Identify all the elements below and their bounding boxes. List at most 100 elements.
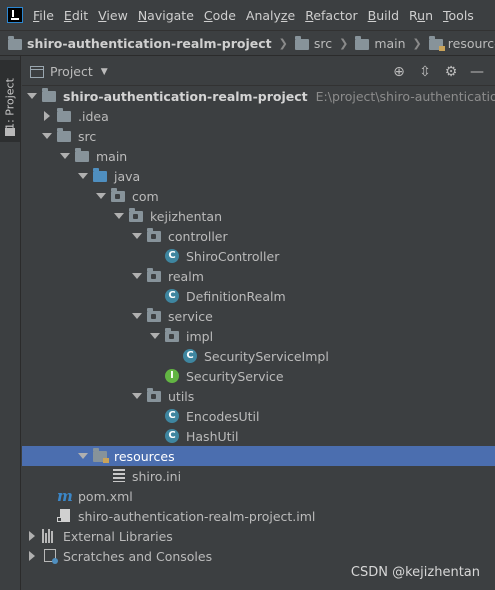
left-tool-strip: 1: Project	[0, 56, 21, 590]
tree-row-main[interactable]: main	[22, 146, 495, 166]
tree-row-controller[interactable]: controller	[22, 226, 495, 246]
breadcrumb-src[interactable]: src	[294, 36, 332, 51]
expanded-arrow-icon[interactable]	[95, 193, 107, 199]
breadcrumb-main[interactable]: main	[355, 36, 406, 51]
tree-label: HashUtil	[186, 428, 239, 444]
menu-build-rest: uild	[376, 7, 400, 23]
tree-row-hashutil[interactable]: C HashUtil	[22, 426, 495, 446]
module-file-icon	[57, 508, 73, 524]
class-badge: C	[165, 289, 179, 303]
expanded-arrow-icon[interactable]	[26, 93, 38, 99]
tree-label: shiro-authentication-realm-project.iml	[78, 508, 316, 524]
tree-label: com	[132, 188, 159, 204]
tree-row-definitionrealm[interactable]: C DefinitionRealm	[22, 286, 495, 306]
breadcrumb-resources[interactable]: resources	[428, 36, 495, 51]
project-tool-tab[interactable]: 1: Project	[0, 60, 20, 142]
expanded-arrow-icon[interactable]	[131, 393, 143, 399]
menu-tools[interactable]: Tools	[443, 8, 474, 23]
tree-row-service[interactable]: service	[22, 306, 495, 326]
expanded-arrow-icon[interactable]	[59, 153, 71, 159]
menu-code-rest: ode	[212, 7, 236, 23]
locate-target-icon[interactable]: ⊕	[391, 64, 407, 80]
tree-row-shirocontroller[interactable]: C ShiroController	[22, 246, 495, 266]
menu-bar: File Edit View Navigate Code Analyze Ref…	[0, 0, 495, 30]
intellij-logo-icon[interactable]	[7, 7, 23, 23]
gear-icon[interactable]: ⚙	[443, 64, 459, 80]
tree-row-resources[interactable]: resources	[22, 446, 495, 466]
menu-run-pre: R	[409, 7, 418, 23]
tree-row-scratches[interactable]: Scratches and Consoles	[22, 546, 495, 566]
breadcrumb-project[interactable]: shiro-authentication-realm-project	[8, 36, 272, 51]
tree-row-securityserviceimpl[interactable]: C SecurityServiceImpl	[22, 346, 495, 366]
resources-folder-icon	[428, 36, 445, 51]
tree-row-pom[interactable]: m pom.xml	[22, 486, 495, 506]
collapsed-arrow-icon[interactable]	[26, 551, 38, 561]
folder-shape	[147, 228, 161, 242]
tree-row-root[interactable]: shiro-authentication-realm-project E:\pr…	[22, 86, 495, 106]
menu-navigate[interactable]: Navigate	[138, 8, 194, 23]
tree-row-encodesutil[interactable]: C EncodesUtil	[22, 406, 495, 426]
scratches-icon	[42, 548, 58, 564]
libraries-bars	[42, 529, 58, 543]
folder-shape	[129, 208, 143, 222]
chevron-down-icon: ▼	[100, 66, 108, 77]
menu-refactor[interactable]: Refactor	[305, 8, 357, 23]
folder-shape	[57, 128, 71, 142]
tree-row-shiro-ini[interactable]: shiro.ini	[22, 466, 495, 486]
project-tool-tab-label: 1: Project	[3, 78, 17, 130]
menu-analyze-rest: e	[287, 7, 296, 23]
tree-row-kejizhentan[interactable]: kejizhentan	[22, 206, 495, 226]
libraries-icon	[42, 528, 58, 544]
class-badge: C	[165, 429, 179, 443]
project-view-selector[interactable]: Project ▼	[30, 64, 108, 79]
tree-label: DefinitionRealm	[186, 288, 286, 304]
expanded-arrow-icon[interactable]	[131, 233, 143, 239]
menu-run[interactable]: Run	[409, 8, 433, 23]
menu-build[interactable]: Build	[368, 8, 399, 23]
expanded-arrow-icon[interactable]	[41, 133, 53, 139]
expanded-arrow-icon[interactable]	[113, 213, 125, 219]
tree-label: src	[78, 128, 97, 144]
expanded-arrow-icon[interactable]	[77, 453, 89, 459]
expanded-arrow-icon[interactable]	[131, 313, 143, 319]
tree-row-securityservice[interactable]: I SecurityService	[22, 366, 495, 386]
folder-shape	[57, 108, 71, 122]
tree-row-impl[interactable]: impl	[22, 326, 495, 346]
tree-row-iml[interactable]: shiro-authentication-realm-project.iml	[22, 506, 495, 526]
menu-edit[interactable]: Edit	[64, 8, 88, 23]
expanded-arrow-icon[interactable]	[77, 173, 89, 179]
menu-view-rest: iew	[106, 7, 128, 23]
menu-analyze[interactable]: Analyze	[246, 8, 295, 23]
folder-icon	[57, 108, 73, 124]
collapse-all-icon[interactable]: ⇳	[417, 64, 433, 80]
package-icon	[147, 388, 163, 404]
tree-label: ShiroController	[186, 248, 280, 264]
expanded-arrow-icon[interactable]	[131, 273, 143, 279]
collapsed-arrow-icon[interactable]	[26, 531, 38, 541]
tree-row-external-libraries[interactable]: External Libraries	[22, 526, 495, 546]
tree-label: impl	[186, 328, 214, 344]
expanded-arrow-icon[interactable]	[149, 333, 161, 339]
watermark: CSDN @kejizhentan	[350, 565, 480, 580]
class-icon: C	[165, 408, 181, 424]
breadcrumb: shiro-authentication-realm-project ❯ src…	[0, 30, 495, 56]
menu-view[interactable]: View	[98, 8, 128, 23]
tree-label: EncodesUtil	[186, 408, 260, 424]
chevron-right-icon: ❯	[339, 36, 349, 50]
menu-file[interactable]: File	[33, 8, 54, 23]
tree-row-utils[interactable]: utils	[22, 386, 495, 406]
tree-row-com[interactable]: com	[22, 186, 495, 206]
menu-code[interactable]: Code	[204, 8, 236, 23]
hide-panel-icon[interactable]: —	[469, 64, 485, 80]
tree-row-idea[interactable]: .idea	[22, 106, 495, 126]
tree-row-src[interactable]: src	[22, 126, 495, 146]
folder-icon	[5, 128, 15, 136]
tree-label: shiro.ini	[132, 468, 182, 484]
package-icon	[165, 328, 181, 344]
tree-label: resources	[114, 448, 175, 464]
folder-shape	[147, 388, 161, 402]
collapsed-arrow-icon[interactable]	[41, 111, 53, 121]
maven-glyph: m	[57, 487, 73, 505]
tree-row-realm[interactable]: realm	[22, 266, 495, 286]
tree-row-java[interactable]: java	[22, 166, 495, 186]
